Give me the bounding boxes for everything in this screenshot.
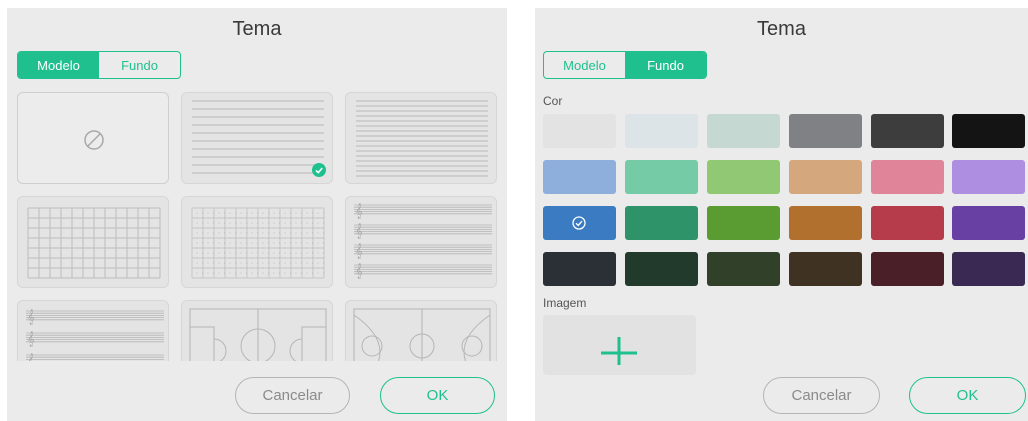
plus-icon — [601, 337, 637, 365]
color-swatch[interactable] — [789, 114, 862, 148]
color-swatch[interactable] — [543, 160, 616, 194]
template-lined[interactable] — [181, 92, 333, 184]
color-swatch[interactable] — [707, 114, 780, 148]
color-swatch[interactable] — [543, 114, 616, 148]
cancel-button[interactable]: Cancelar — [763, 377, 880, 414]
svg-text:𝄞: 𝄞 — [355, 264, 363, 279]
template-music-staff[interactable]: 𝄞 𝄞 𝄞 𝄞 — [345, 196, 497, 288]
color-swatch[interactable] — [707, 206, 780, 240]
template-none[interactable] — [17, 92, 169, 184]
color-swatch[interactable] — [789, 206, 862, 240]
color-swatch[interactable] — [871, 252, 944, 286]
color-swatch[interactable] — [625, 206, 698, 240]
svg-text:𝄞: 𝄞 — [27, 332, 35, 347]
color-swatch[interactable] — [789, 160, 862, 194]
theme-dialog-background: Tema Modelo Fundo Cor Imagem Cancelar OK — [535, 8, 1028, 421]
tab-fundo[interactable]: Fundo — [99, 52, 180, 78]
color-swatch[interactable] — [707, 252, 780, 286]
svg-text:𝄞: 𝄞 — [27, 310, 35, 325]
tab-fundo[interactable]: Fundo — [625, 52, 706, 78]
tab-modelo[interactable]: Modelo — [18, 52, 99, 78]
selected-check-icon — [312, 163, 326, 177]
color-swatch[interactable] — [543, 252, 616, 286]
color-swatch[interactable] — [707, 160, 780, 194]
color-swatch[interactable] — [952, 114, 1025, 148]
color-swatch[interactable] — [952, 160, 1025, 194]
selected-check-icon — [572, 216, 586, 230]
color-swatch[interactable] — [871, 160, 944, 194]
svg-text:𝄞: 𝄞 — [27, 354, 35, 361]
color-swatch[interactable] — [625, 252, 698, 286]
color-swatch[interactable] — [789, 252, 862, 286]
color-swatch[interactable] — [952, 206, 1025, 240]
svg-text:𝄞: 𝄞 — [355, 224, 363, 239]
color-swatch[interactable] — [871, 114, 944, 148]
template-soccer-field[interactable] — [181, 300, 333, 361]
color-swatch[interactable] — [952, 252, 1025, 286]
template-music-staff-wide[interactable]: 𝄞 𝄞 𝄞 𝄞 — [17, 300, 169, 361]
dialog-title: Tema — [757, 18, 806, 40]
template-dot-grid[interactable] — [181, 196, 333, 288]
color-swatch[interactable] — [625, 114, 698, 148]
template-lined-narrow[interactable] — [345, 92, 497, 184]
tab-modelo[interactable]: Modelo — [544, 52, 625, 78]
tab-switcher: Modelo Fundo — [17, 51, 181, 79]
ok-button[interactable]: OK — [909, 377, 1026, 414]
ok-button[interactable]: OK — [380, 377, 495, 414]
theme-dialog-model: Tema Modelo Fundo 𝄞 𝄞 𝄞 𝄞 𝄞 𝄞 𝄞 𝄞 Cancel… — [7, 8, 507, 421]
template-grid: 𝄞 𝄞 𝄞 𝄞 𝄞 𝄞 𝄞 𝄞 — [17, 92, 497, 361]
color-swatch[interactable] — [625, 160, 698, 194]
dialog-title: Tema — [232, 18, 282, 40]
add-image-button[interactable] — [543, 315, 696, 375]
svg-text:𝄞: 𝄞 — [355, 204, 363, 219]
color-swatch[interactable] — [543, 206, 616, 240]
cancel-button[interactable]: Cancelar — [235, 377, 350, 414]
template-basketball-court[interactable] — [345, 300, 497, 361]
svg-text:𝄞: 𝄞 — [355, 244, 363, 259]
template-grid-paper[interactable] — [17, 196, 169, 288]
color-section-label: Cor — [543, 94, 563, 108]
no-symbol-icon — [84, 130, 104, 150]
color-swatch[interactable] — [871, 206, 944, 240]
image-section-label: Imagem — [543, 296, 587, 310]
tab-switcher: Modelo Fundo — [543, 51, 707, 79]
